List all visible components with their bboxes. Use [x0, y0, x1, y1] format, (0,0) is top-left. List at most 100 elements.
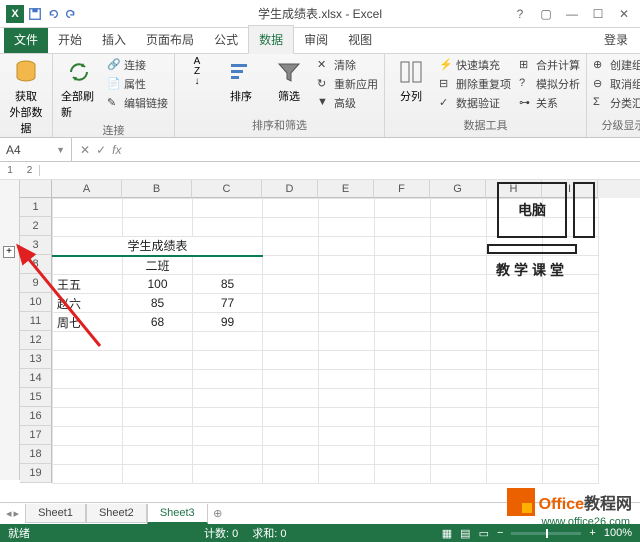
edit-links-button[interactable]: ✎编辑链接	[105, 94, 170, 112]
group-outline-label: 分级显示	[591, 117, 640, 135]
text-to-columns-button[interactable]: 分列	[389, 56, 433, 106]
tab-formula[interactable]: 公式	[204, 26, 248, 53]
close-icon[interactable]: ✕	[612, 4, 636, 24]
row-header[interactable]: 8	[20, 255, 52, 274]
cell-subtitle[interactable]: 二班	[123, 256, 193, 275]
outline-level-1[interactable]: 1	[0, 165, 20, 176]
filter-button[interactable]: 筛选	[267, 56, 311, 106]
row-header[interactable]: 1	[20, 198, 52, 217]
edit-link-icon: ✎	[107, 96, 121, 110]
cell[interactable]: 99	[193, 313, 263, 332]
zoom-out-icon[interactable]: −	[497, 527, 503, 539]
cell[interactable]: 100	[123, 275, 193, 294]
cell[interactable]: 赵六	[53, 294, 123, 313]
row-header[interactable]: 15	[20, 388, 52, 407]
tab-view[interactable]: 视图	[338, 26, 382, 53]
row-header[interactable]: 18	[20, 445, 52, 464]
group-button[interactable]: ⊕创建组	[591, 56, 640, 74]
cell[interactable]: 85	[193, 275, 263, 294]
select-all-cell[interactable]	[20, 180, 52, 198]
col-header[interactable]: E	[318, 180, 374, 198]
col-header[interactable]: F	[374, 180, 430, 198]
view-break-icon[interactable]: ▭	[479, 527, 489, 540]
tab-insert[interactable]: 插入	[92, 26, 136, 53]
sort-az-icon: AZ↓	[183, 58, 211, 86]
col-header[interactable]: B	[122, 180, 192, 198]
remove-duplicates-button[interactable]: ⊟删除重复项	[437, 75, 513, 93]
row-header[interactable]: 9	[20, 274, 52, 293]
tab-data[interactable]: 数据	[248, 25, 294, 54]
cell[interactable]: 王五	[53, 275, 123, 294]
database-icon	[12, 58, 40, 86]
sheet-nav-last-icon[interactable]: ▸	[14, 507, 20, 520]
new-sheet-button[interactable]: ⊕	[208, 507, 228, 520]
row-header[interactable]: 16	[20, 407, 52, 426]
ungroup-icon: ⊖	[593, 77, 607, 91]
col-header[interactable]: D	[262, 180, 318, 198]
cell[interactable]: 77	[193, 294, 263, 313]
row-header[interactable]: 13	[20, 350, 52, 369]
cell[interactable]: 周七	[53, 313, 123, 332]
advanced-filter-button[interactable]: ▼高级	[315, 94, 380, 112]
quick-access-toolbar: X	[0, 5, 78, 23]
redo-icon[interactable]	[64, 7, 78, 21]
cancel-formula-icon[interactable]: ✕	[80, 143, 90, 157]
row-header[interactable]: 12	[20, 331, 52, 350]
login-link[interactable]: 登录	[592, 26, 640, 53]
zoom-level[interactable]: 100%	[604, 527, 632, 539]
clear-filter-button[interactable]: ✕清除	[315, 56, 380, 74]
properties-button[interactable]: 📄属性	[105, 75, 170, 93]
row-header[interactable]: 10	[20, 293, 52, 312]
row-header[interactable]: 2	[20, 217, 52, 236]
data-validation-button[interactable]: ✓数据验证	[437, 94, 513, 112]
ribbon-options-icon[interactable]: ▢	[534, 4, 558, 24]
excel-icon[interactable]: X	[6, 5, 24, 23]
zoom-in-icon[interactable]: +	[589, 527, 595, 539]
row-header[interactable]: 14	[20, 369, 52, 388]
fx-icon[interactable]: fx	[112, 143, 121, 157]
cell[interactable]: 68	[123, 313, 193, 332]
sheet-tab[interactable]: Sheet1	[25, 504, 86, 523]
reapply-button[interactable]: ↻重新应用	[315, 75, 380, 93]
connections-button[interactable]: 🔗连接	[105, 56, 170, 74]
tab-file[interactable]: 文件	[4, 26, 48, 53]
tab-layout[interactable]: 页面布局	[136, 26, 204, 53]
sheet-tab[interactable]: Sheet2	[86, 504, 147, 523]
tab-review[interactable]: 审阅	[294, 26, 338, 53]
row-header[interactable]: 3	[20, 236, 52, 255]
sheet-tab-active[interactable]: Sheet3	[147, 504, 208, 524]
undo-icon[interactable]	[46, 7, 60, 21]
get-external-data-button[interactable]: 获取 外部数据	[4, 56, 48, 138]
save-icon[interactable]	[28, 7, 42, 21]
sort-az-button[interactable]: AZ↓	[179, 56, 215, 88]
consolidate-button[interactable]: ⊞合并计算	[517, 56, 582, 74]
enter-formula-icon[interactable]: ✓	[96, 143, 106, 157]
whatif-button[interactable]: ?模拟分析	[517, 75, 582, 93]
refresh-all-button[interactable]: 全部刷新	[57, 56, 101, 122]
row-header[interactable]: 17	[20, 426, 52, 445]
help-icon[interactable]: ?	[508, 4, 532, 24]
cell[interactable]: 85	[123, 294, 193, 313]
sort-button[interactable]: 排序	[219, 56, 263, 106]
chevron-down-icon: ▼	[56, 145, 65, 155]
row-header[interactable]: 19	[20, 464, 52, 483]
cell-title[interactable]: 学生成绩表	[53, 237, 263, 256]
sheet-nav-first-icon[interactable]: ◂	[6, 507, 12, 520]
view-layout-icon[interactable]: ▤	[460, 527, 470, 540]
view-normal-icon[interactable]: ▦	[442, 527, 452, 540]
name-box[interactable]: A4▼	[0, 138, 72, 161]
flash-fill-button[interactable]: ⚡快速填充	[437, 56, 513, 74]
col-header[interactable]: C	[192, 180, 262, 198]
col-header[interactable]: A	[52, 180, 122, 198]
subtotal-button[interactable]: Σ分类汇总	[591, 94, 640, 112]
outline-expand-button[interactable]: +	[3, 246, 15, 258]
outline-level-2[interactable]: 2	[20, 165, 40, 176]
ungroup-button[interactable]: ⊖取消组合	[591, 75, 640, 93]
zoom-slider[interactable]	[511, 532, 581, 535]
minimize-icon[interactable]: —	[560, 4, 584, 24]
relationships-button[interactable]: ⊶关系	[517, 94, 582, 112]
maximize-icon[interactable]: ☐	[586, 4, 610, 24]
row-header[interactable]: 11	[20, 312, 52, 331]
title-bar: X 学生成绩表.xlsx - Excel ? ▢ — ☐ ✕	[0, 0, 640, 28]
tab-home[interactable]: 开始	[48, 26, 92, 53]
